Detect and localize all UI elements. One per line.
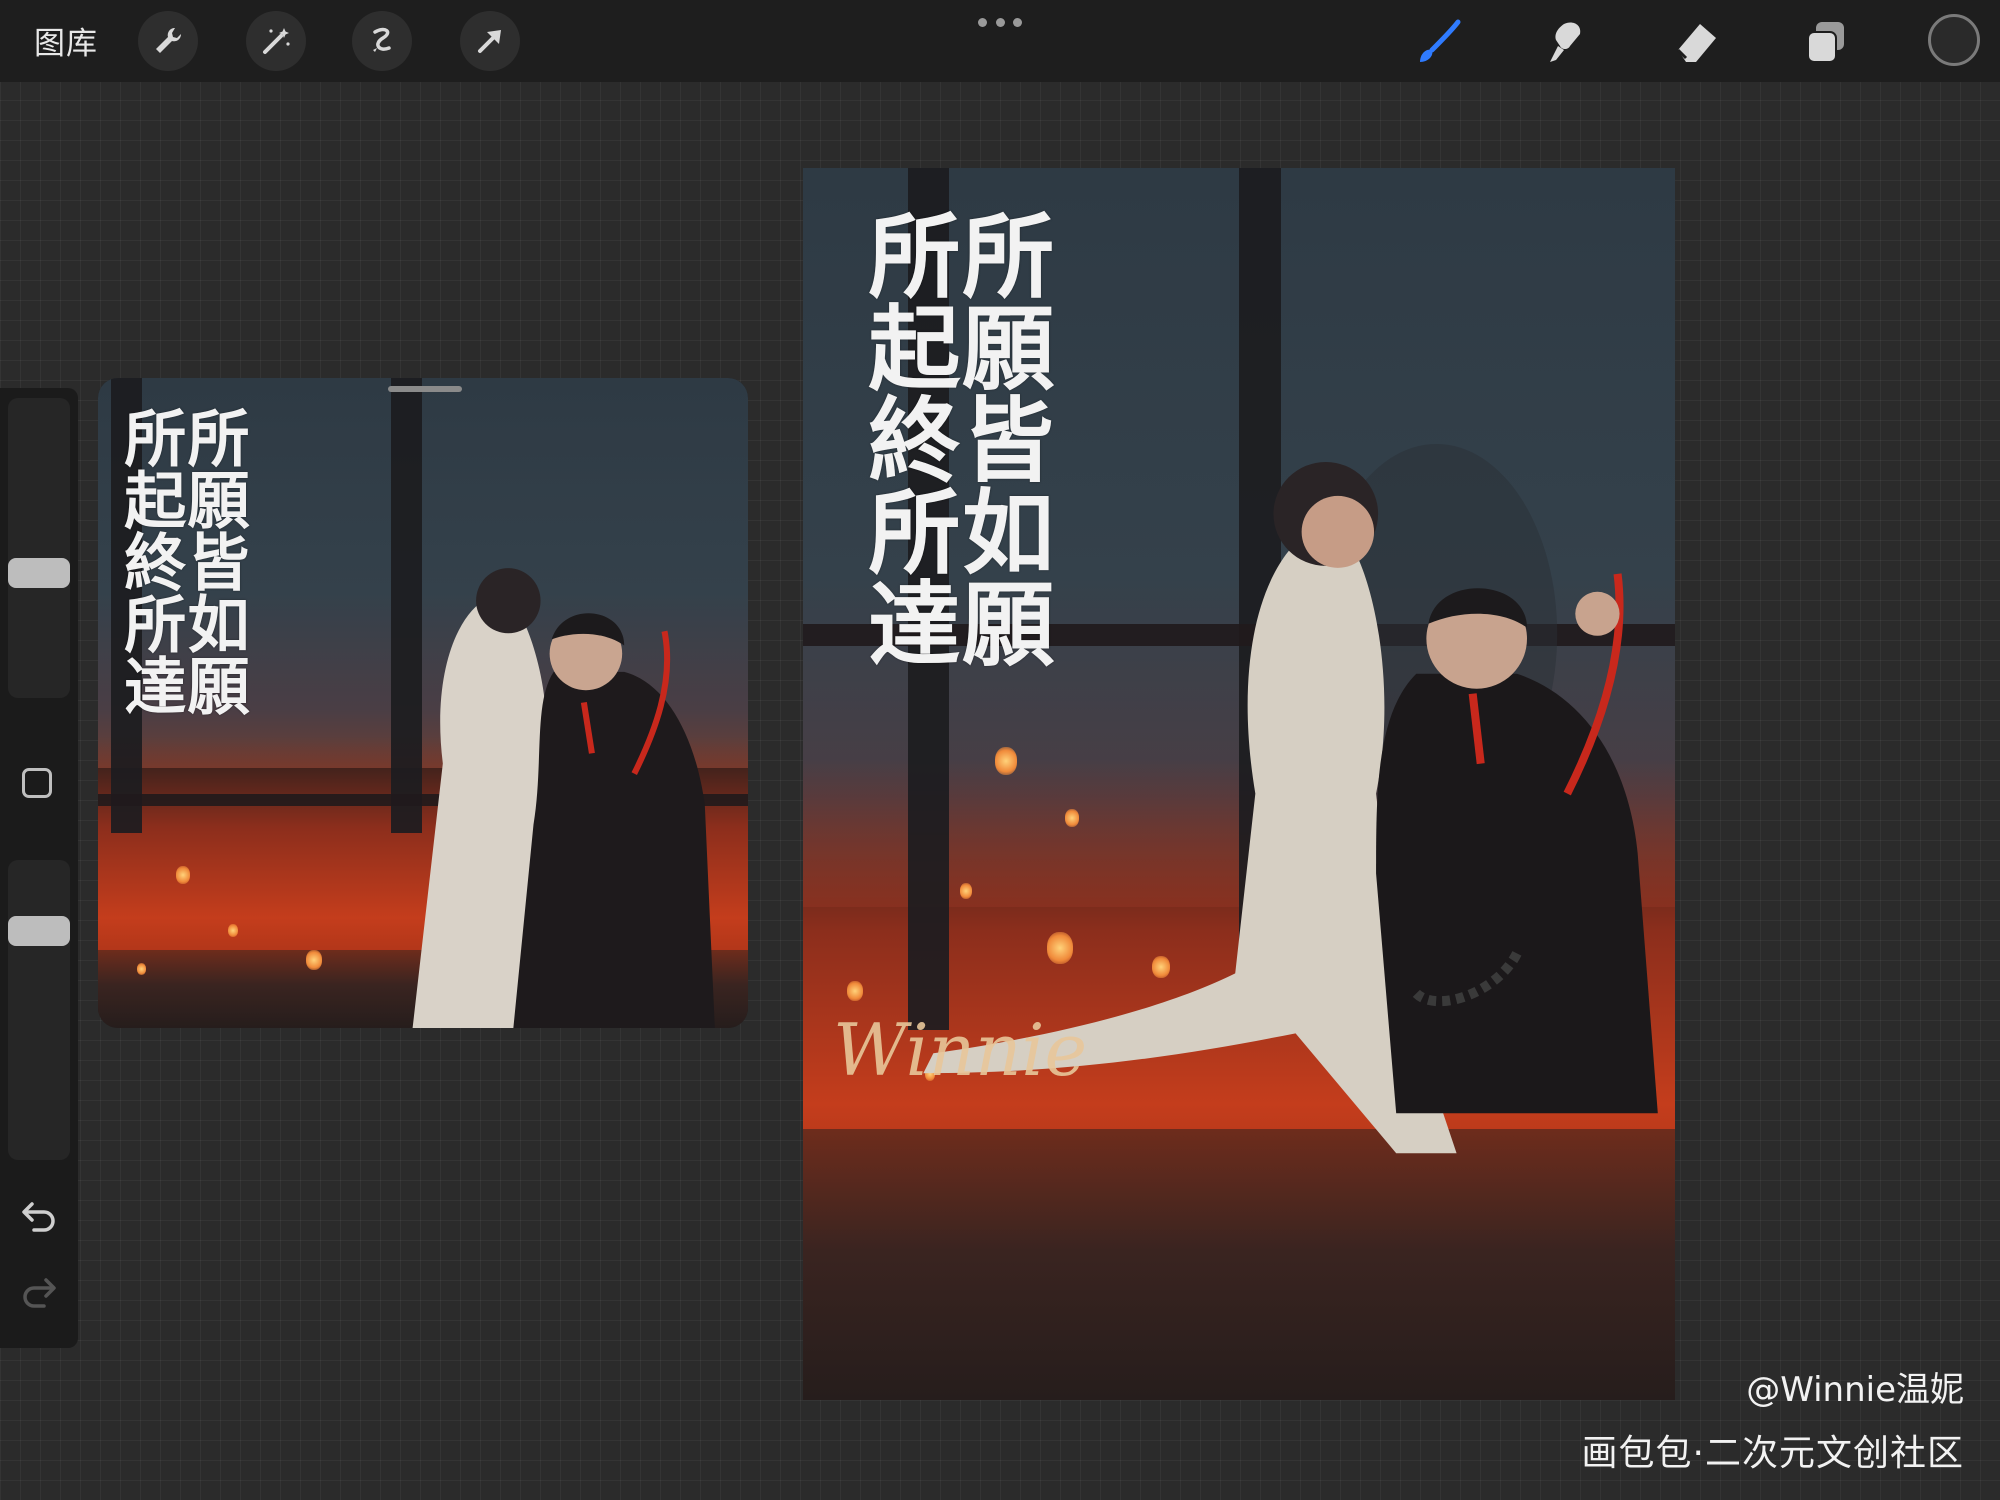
opacity-thumb[interactable]	[8, 916, 70, 946]
artist-signature: Winnie	[833, 1008, 1088, 1092]
magic-wand-icon	[263, 28, 290, 54]
gallery-button[interactable]: 图库	[34, 18, 98, 63]
brush-icon	[1420, 19, 1461, 62]
watermark-site: 画包包·二次元文创社区	[1581, 1433, 1964, 1474]
selection-button[interactable]	[352, 11, 412, 71]
transform-arrow-icon	[478, 30, 501, 53]
top-toolbar: 图库	[0, 0, 2000, 82]
color-picker-button[interactable]	[1928, 14, 1980, 66]
eraser-button[interactable]	[1666, 12, 1726, 72]
reference-artwork: 所願皆如願所起終所達	[98, 378, 748, 1028]
reference-window[interactable]: 所願皆如願所起終所達	[98, 378, 748, 1028]
reference-calligraphy: 所願皆如願所起終所達	[113, 406, 250, 716]
reference-figures	[332, 560, 735, 1028]
eraser-icon	[1676, 24, 1716, 62]
smudge-button[interactable]	[1536, 12, 1596, 72]
undo-icon[interactable]	[20, 1200, 58, 1234]
main-artwork: 所願皆如願所起終所達 Winnie	[803, 168, 1675, 1400]
more-options-icon[interactable]	[978, 10, 1022, 34]
actions-button[interactable]	[138, 11, 198, 71]
opacity-slider[interactable]	[8, 860, 70, 1160]
redo-icon[interactable]	[20, 1276, 58, 1310]
main-calligraphy: 所願皆如願所起終所達	[852, 208, 1055, 668]
transform-button[interactable]	[460, 11, 520, 71]
reference-drag-handle[interactable]	[388, 386, 462, 392]
drawing-canvas[interactable]: 所願皆如願所起終所達 Winnie	[803, 168, 1675, 1400]
left-sidebar	[0, 388, 78, 1348]
smudge-icon	[1550, 22, 1581, 62]
watermark-author: @Winnie温妮	[1746, 1370, 1964, 1410]
selection-icon	[373, 27, 391, 52]
brush-size-thumb[interactable]	[8, 558, 70, 588]
brush-button[interactable]	[1408, 12, 1468, 72]
modify-button[interactable]	[22, 768, 52, 798]
layers-button[interactable]	[1796, 12, 1856, 72]
brush-size-slider[interactable]	[8, 398, 70, 698]
layers-icon	[1807, 22, 1844, 63]
adjustments-button[interactable]	[246, 11, 306, 71]
wrench-icon	[156, 27, 182, 53]
